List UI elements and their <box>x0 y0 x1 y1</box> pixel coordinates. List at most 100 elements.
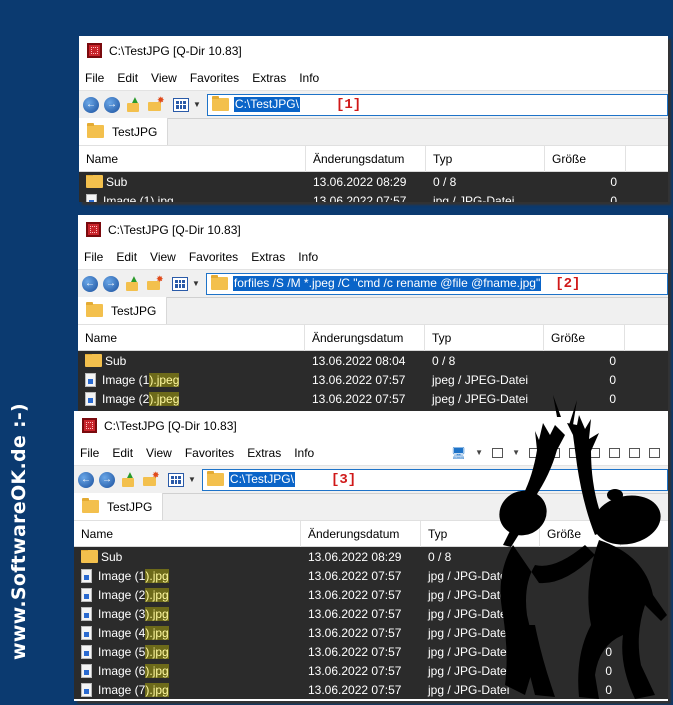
step-label: [2] <box>555 275 581 292</box>
tab-testjpg[interactable]: TestJPG <box>74 493 164 520</box>
window-title: C:\TestJPG [Q-Dir 10.83] <box>104 418 237 433</box>
file-row[interactable]: Image (6).jpg 13.06.2022 07:57 jpg / JPG-D… <box>74 661 668 680</box>
file-row[interactable]: Image (2).jpg 13.06.2022 07:57 jpg / JPG-D… <box>74 585 668 604</box>
menu-file[interactable]: File <box>85 71 104 85</box>
menu-info[interactable]: Info <box>298 250 318 264</box>
column-header-type[interactable]: Typ <box>421 521 540 547</box>
cell-size: 0 <box>605 663 612 678</box>
qdir-app-icon <box>82 418 97 433</box>
menu-extras[interactable]: Extras <box>247 446 281 460</box>
folder-up-icon[interactable] <box>124 274 140 292</box>
view-layout-icon[interactable] <box>173 97 189 112</box>
forward-icon[interactable]: → <box>99 471 115 488</box>
column-header-type[interactable]: Typ <box>426 146 545 172</box>
image-file-icon <box>85 391 96 406</box>
cell-name: Sub <box>74 549 301 564</box>
title-bar: C:\TestJPG [Q-Dir 10.83] <box>74 411 668 440</box>
menu-edit[interactable]: Edit <box>116 250 137 264</box>
menu-edit[interactable]: Edit <box>117 71 138 85</box>
tab-testjpg[interactable]: TestJPG <box>79 118 169 145</box>
folder-up-icon[interactable] <box>120 470 136 488</box>
file-row[interactable]: Image (1).jpeg 13.06.2022 07:57 jpeg / JPE… <box>78 370 668 389</box>
address-input-value[interactable]: forfiles /S /M *.jpeg /C "cmd /c rename … <box>232 276 542 291</box>
layout-list-icon[interactable] <box>649 447 660 458</box>
qdir-app-icon <box>86 222 101 237</box>
address-bar[interactable]: C:\TestJPG\ [3] <box>201 468 668 491</box>
chevron-down-icon[interactable]: ▼ <box>192 279 200 288</box>
column-header-date[interactable]: Änderungsdatum <box>301 521 421 547</box>
menu-view[interactable]: View <box>151 71 177 85</box>
column-header-size[interactable]: Größe <box>540 521 621 547</box>
menu-favorites[interactable]: Favorites <box>190 71 239 85</box>
tab-testjpg[interactable]: TestJPG <box>78 297 168 324</box>
cell-name: Image (1).jpg <box>79 193 306 202</box>
folder-row[interactable]: Sub 13.06.2022 08:29 0 / 8 <box>74 547 668 566</box>
column-header-date[interactable]: Änderungsdatum <box>306 146 426 172</box>
menu-extras[interactable]: Extras <box>252 71 286 85</box>
menu-file[interactable]: File <box>84 250 103 264</box>
file-row[interactable]: Image (4).jpg 13.06.2022 07:57 jpg / JPG-D… <box>74 623 668 642</box>
new-folder-icon[interactable] <box>147 95 165 113</box>
cell-name: Image (6).jpg <box>74 663 301 678</box>
address-bar[interactable]: forfiles /S /M *.jpeg /C "cmd /c rename … <box>205 272 668 295</box>
menu-extras[interactable]: Extras <box>251 250 285 264</box>
forward-icon[interactable]: → <box>104 96 120 113</box>
toolbar: ← → ▼ C:\TestJPG\ [1] <box>79 91 668 119</box>
file-name-base: Image (4 <box>98 625 146 640</box>
new-folder-icon[interactable] <box>146 274 164 292</box>
back-icon[interactable]: ← <box>78 471 94 488</box>
cell-type: jpg / JPG-Datei <box>428 625 510 640</box>
file-row[interactable]: Image (3).jpg 13.06.2022 07:57 jpg / JPG-D… <box>74 604 668 623</box>
chevron-down-icon[interactable]: ▼ <box>475 448 483 457</box>
qdir-window-2: C:\TestJPG [Q-Dir 10.83] File Edit View … <box>78 215 668 412</box>
folder-up-icon[interactable] <box>125 95 141 113</box>
view-layout-icon[interactable] <box>172 276 188 291</box>
back-icon[interactable]: ← <box>83 96 99 113</box>
file-row[interactable]: Image (1).jpg 13.06.2022 07:57 jpg / JPG-D… <box>74 566 668 585</box>
file-name-base: Image (6 <box>98 663 146 678</box>
menu-info[interactable]: Info <box>299 71 319 85</box>
column-header-name[interactable]: Name <box>78 325 305 351</box>
menu-view[interactable]: View <box>146 446 172 460</box>
file-extension-highlight: ).jpeg <box>149 372 180 387</box>
view-toolbar: 🖥 ▼ ▼ <box>451 446 668 460</box>
network-computer-icon[interactable]: 🖥 <box>451 446 466 460</box>
address-input-value[interactable]: C:\TestJPG\ <box>233 97 300 112</box>
menu-file[interactable]: File <box>80 446 99 460</box>
column-header-size[interactable]: Größe <box>544 325 625 351</box>
file-row[interactable]: Image (7).jpg 13.06.2022 07:57 jpg / JPG-D… <box>74 680 668 699</box>
folder-icon <box>211 96 229 111</box>
file-row[interactable]: Image (2).jpeg 13.06.2022 07:57 jpeg / JPE… <box>78 389 668 408</box>
new-folder-icon[interactable] <box>142 470 160 488</box>
file-row[interactable]: Image (5).jpg 13.06.2022 07:57 jpg / JPG-D… <box>74 642 668 661</box>
menu-edit[interactable]: Edit <box>112 446 133 460</box>
quad-view-icon[interactable] <box>492 447 504 458</box>
menu-info[interactable]: Info <box>294 446 314 460</box>
menu-view[interactable]: View <box>150 250 176 264</box>
column-header-name[interactable]: Name <box>74 521 301 547</box>
folder-row[interactable]: Sub 13.06.2022 08:04 0 / 8 0 <box>78 351 668 370</box>
column-header-size[interactable]: Größe <box>545 146 626 172</box>
file-name-base: Sub <box>105 353 127 368</box>
column-header-date[interactable]: Änderungsdatum <box>305 325 425 351</box>
menu-favorites[interactable]: Favorites <box>189 250 238 264</box>
chevron-down-icon[interactable]: ▼ <box>512 448 520 457</box>
chevron-down-icon[interactable]: ▼ <box>188 475 196 484</box>
layout-rows-icon[interactable] <box>609 447 620 458</box>
menu-favorites[interactable]: Favorites <box>185 446 234 460</box>
layout-columns-icon[interactable] <box>629 447 640 458</box>
layout-split-icon[interactable] <box>569 447 580 458</box>
layout-left-icon[interactable] <box>589 447 600 458</box>
folder-row[interactable]: Sub 13.06.2022 08:29 0 / 8 0 <box>79 172 668 191</box>
address-input-value[interactable]: C:\TestJPG\ <box>228 472 295 487</box>
layout-grid-icon[interactable] <box>529 447 540 458</box>
layout-horizontal-icon[interactable] <box>549 447 560 458</box>
back-icon[interactable]: ← <box>82 275 98 292</box>
chevron-down-icon[interactable]: ▼ <box>193 100 201 109</box>
file-row[interactable]: Image (1).jpg 13.06.2022 07:57 jpg / JPG-D… <box>79 191 668 202</box>
forward-icon[interactable]: → <box>103 275 119 292</box>
address-bar[interactable]: C:\TestJPG\ [1] <box>206 93 668 116</box>
column-header-type[interactable]: Typ <box>425 325 544 351</box>
column-header-name[interactable]: Name <box>79 146 306 172</box>
view-layout-icon[interactable] <box>168 472 184 487</box>
